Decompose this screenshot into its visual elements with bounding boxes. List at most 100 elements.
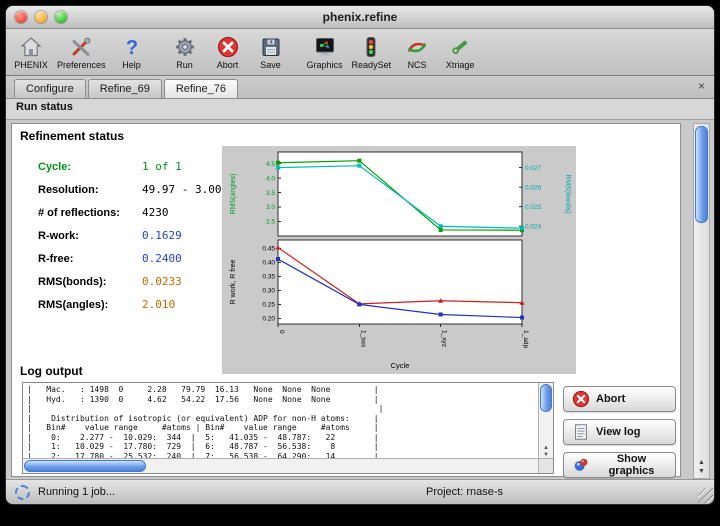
xtriage-icon: [448, 35, 473, 60]
stat-label: RMS(angles):: [38, 299, 142, 311]
stat-row-rms-angles: RMS(angles): 2.010: [38, 298, 221, 321]
toolbar-button-save[interactable]: Save: [254, 35, 288, 70]
scroll-up-icon[interactable]: ▲: [539, 445, 553, 452]
main-vscroll-thumb[interactable]: [695, 126, 708, 223]
x-axis-label: Cycle: [391, 361, 410, 370]
status-bar: Running 1 job... Project: rnase-s: [6, 479, 714, 504]
toolbar-label: Abort: [217, 60, 239, 70]
log-horizontal-scrollbar[interactable]: [23, 458, 539, 473]
svg-text:4.0: 4.0: [266, 175, 275, 182]
chart-canvas: 2.53.03.54.04.50.0240.0250.0260.027RMS(a…: [222, 146, 576, 374]
x-tick-label: 1_adp: [522, 330, 529, 348]
toolbar: PHENIX Preferences ? Help Run Abort: [6, 29, 714, 76]
main-vscroll-arrows[interactable]: ▲ ▼: [694, 458, 709, 476]
log-vertical-scrollbar[interactable]: ▲ ▼: [538, 383, 553, 459]
y-axis-label-right: RMS(bonds): [564, 174, 571, 213]
toolbar-label: Save: [260, 60, 281, 70]
stat-value: 2.010: [142, 298, 175, 311]
abort-button-label: Abort: [596, 393, 625, 405]
toolbar-button-run[interactable]: Run: [168, 35, 202, 70]
ncs-icon: [405, 35, 430, 60]
svg-text:?: ?: [125, 37, 137, 59]
svg-text:4.5: 4.5: [266, 161, 275, 168]
preferences-tools-icon: [69, 35, 94, 60]
refinement-status-heading: Refinement status: [20, 129, 124, 143]
log-vscroll-arrows[interactable]: ▲ ▼: [539, 445, 553, 459]
toolbar-label: Run: [176, 60, 193, 70]
stat-value: 0.2400: [142, 252, 182, 265]
toolbar-button-abort[interactable]: Abort: [211, 35, 245, 70]
refinement-stats: Cycle: 1 of 1 Resolution: 49.97 - 3.00 #…: [38, 160, 221, 321]
view-log-button[interactable]: View log: [563, 419, 676, 445]
tab-configure[interactable]: Configure: [14, 79, 86, 98]
content-area: Refinement status Cycle: 1 of 1 Resoluti…: [6, 120, 714, 479]
zoom-window-button[interactable]: [55, 11, 67, 23]
minimize-window-button[interactable]: [35, 11, 47, 23]
log-vscroll-thumb[interactable]: [540, 384, 552, 412]
progress-spinner-icon: [15, 485, 30, 500]
toolbar-button-preferences[interactable]: Preferences: [57, 35, 106, 70]
toolbar-button-phenix[interactable]: PHENIX: [14, 35, 48, 70]
stat-row-rfree: R-free: 0.2400: [38, 252, 221, 275]
help-icon: ?: [119, 35, 144, 60]
toolbar-button-xtriage[interactable]: Xtriage: [443, 35, 477, 70]
stat-value: 0.1629: [142, 229, 182, 242]
refinement-chart: 2.53.03.54.04.50.0240.0250.0260.027RMS(a…: [222, 146, 576, 374]
run-status-label: Run status: [16, 101, 73, 113]
toolbar-label: PHENIX: [14, 60, 48, 70]
scroll-up-icon[interactable]: ▲: [694, 458, 709, 467]
y-axis-label-left: RMS(angles): [230, 174, 237, 215]
resize-grip[interactable]: [698, 488, 713, 503]
toolbar-label: Help: [122, 60, 141, 70]
readyset-traffic-light-icon: [359, 35, 384, 60]
svg-text:0.025: 0.025: [525, 204, 542, 211]
toolbar-button-ncs[interactable]: NCS: [400, 35, 434, 70]
toolbar-label: ReadySet: [352, 60, 392, 70]
traffic-lights: [15, 11, 67, 23]
log-text[interactable]: | Mac. : 1498 0 2.28 79.79 16.13 None No…: [27, 385, 537, 458]
toolbar-label: Graphics: [307, 60, 343, 70]
phenix-home-icon: [19, 35, 44, 60]
status-running-text: Running 1 job...: [38, 486, 115, 498]
svg-text:3.5: 3.5: [266, 190, 275, 197]
tab-refine-69[interactable]: Refine_69: [88, 79, 162, 98]
svg-text:0.027: 0.027: [525, 165, 542, 172]
stat-value: 0.0233: [142, 275, 182, 288]
toolbar-button-readyset[interactable]: ReadySet: [352, 35, 392, 70]
show-graphics-button[interactable]: Show graphics: [563, 452, 676, 478]
toolbar-button-graphics[interactable]: Graphics: [307, 35, 343, 70]
view-log-button-label: View log: [596, 426, 640, 438]
svg-text:2.5: 2.5: [266, 219, 275, 226]
stat-label: Cycle:: [38, 161, 142, 173]
run-gear-icon: [172, 35, 197, 60]
svg-text:0.20: 0.20: [262, 316, 275, 323]
show-graphics-icon: [572, 456, 590, 474]
abort-button[interactable]: Abort: [563, 386, 676, 412]
scroll-down-icon[interactable]: ▼: [694, 467, 709, 476]
toolbar-label: Xtriage: [446, 60, 475, 70]
tab-bar: Configure Refine_69 Refine_76 ×: [6, 76, 714, 99]
stat-row-reflections: # of reflections: 4230: [38, 206, 221, 229]
tab-close-icon[interactable]: ×: [698, 79, 705, 93]
close-window-button[interactable]: [15, 11, 27, 23]
show-graphics-button-label: Show graphics: [596, 453, 667, 477]
stat-row-cycle: Cycle: 1 of 1: [38, 160, 221, 183]
stat-label: Resolution:: [38, 184, 142, 196]
view-log-icon: [572, 423, 590, 441]
main-vertical-scrollbar[interactable]: ▲ ▼: [693, 123, 710, 479]
stat-value: 1 of 1: [142, 160, 182, 173]
toolbar-label: NCS: [408, 60, 427, 70]
svg-text:0.25: 0.25: [262, 302, 275, 309]
x-tick-label: 0: [278, 330, 285, 334]
save-icon: [258, 35, 283, 60]
svg-text:0.40: 0.40: [262, 260, 275, 267]
log-hscroll-thumb[interactable]: [24, 460, 146, 472]
svg-text:0.30: 0.30: [262, 288, 275, 295]
stat-label: # of reflections:: [38, 207, 142, 219]
log-output-box: | Mac. : 1498 0 2.28 79.79 16.13 None No…: [22, 382, 554, 474]
run-status-panel: Refinement status Cycle: 1 of 1 Resoluti…: [11, 123, 681, 477]
stat-value: 4230: [142, 206, 169, 219]
tab-refine-76[interactable]: Refine_76: [164, 79, 238, 98]
toolbar-button-help[interactable]: ? Help: [115, 35, 149, 70]
abort-icon: [572, 390, 590, 408]
